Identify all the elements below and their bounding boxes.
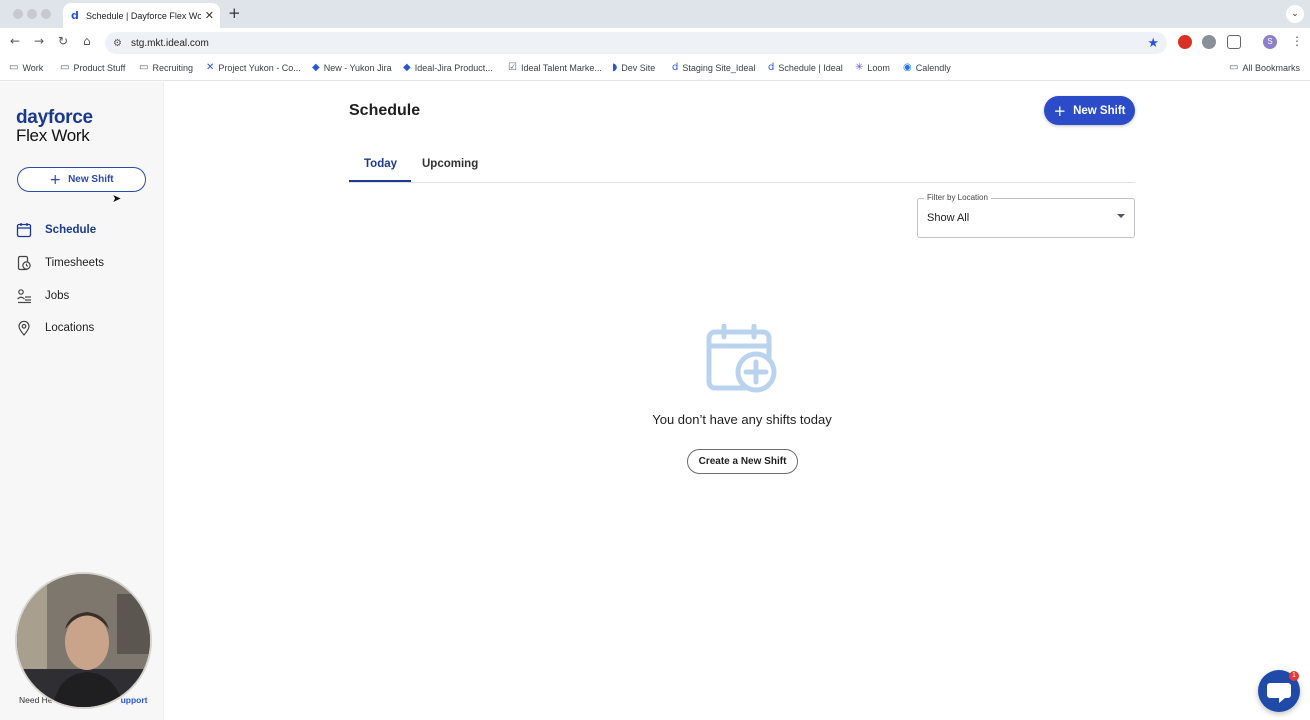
tab-close-icon[interactable]: ✕ xyxy=(205,9,214,22)
plus-icon: + xyxy=(49,171,62,188)
sidebar-new-shift-button[interactable]: + New Shift xyxy=(17,167,146,192)
sidebar-item-label: Locations xyxy=(45,322,95,334)
profile-avatar[interactable]: S xyxy=(1263,35,1277,49)
presenter-video-image xyxy=(17,574,150,707)
timesheet-icon xyxy=(17,255,31,271)
sidebar-item-label: Schedule xyxy=(45,224,97,236)
jira-icon: ◆ xyxy=(312,62,320,73)
new-shift-button[interactable]: + New Shift xyxy=(1044,96,1135,125)
loom-icon: ✳ xyxy=(855,62,864,73)
checkbox-icon: ☑ xyxy=(508,62,517,73)
window-close-control[interactable] xyxy=(13,9,23,19)
all-bookmarks[interactable]: ▭ All Bookmarks xyxy=(1229,62,1300,73)
sidebar-new-shift-label: New Shift xyxy=(68,174,114,185)
address-bar[interactable]: ⚙ stg.mkt.ideal.com ★ xyxy=(105,32,1167,54)
back-arrow-icon[interactable]: ← xyxy=(10,34,20,48)
filter-label: Filter by Location xyxy=(924,193,991,202)
sidebar-item-timesheets[interactable]: Timesheets xyxy=(16,253,104,273)
support-link[interactable]: upport xyxy=(121,695,148,705)
jira-icon: ✕ xyxy=(206,62,215,73)
chat-notification-badge: 1 xyxy=(1289,671,1299,681)
dayforce-icon: d xyxy=(672,62,679,73)
bookmark-item[interactable]: d Staging Site_Ideal xyxy=(672,62,755,73)
mouse-cursor-icon: ➤ xyxy=(112,192,122,205)
bookmark-item[interactable]: ◗ Dev Site xyxy=(612,62,655,73)
folder-icon: ▭ xyxy=(1229,62,1239,73)
create-new-shift-button[interactable]: Create a New Shift xyxy=(687,449,798,474)
bookmarks-bar: ▭ Work ▭ Product Stuff ▭ Recruiting ✕ Projec… xyxy=(0,57,1310,81)
bookmark-item[interactable]: ◉ Calendly xyxy=(903,62,951,73)
browser-tab-active[interactable]: d Schedule | Dayforce Flex Wor ✕ xyxy=(63,3,220,28)
webcam-overlay xyxy=(15,572,152,709)
calendar-icon xyxy=(16,223,32,238)
sidebar-item-label: Jobs xyxy=(45,290,70,302)
dev-icon: ◗ xyxy=(612,62,618,73)
browser-tab-strip: d Schedule | Dayforce Flex Wor ✕ + ⌄ xyxy=(0,0,1310,28)
bookmark-item[interactable]: d Schedule | Ideal xyxy=(768,62,843,73)
window-minimize-control[interactable] xyxy=(27,9,37,19)
bookmark-item[interactable]: ▭ Product Stuff xyxy=(60,62,125,73)
calendly-icon: ◉ xyxy=(903,62,912,73)
location-filter-select[interactable]: Filter by Location Show All xyxy=(917,193,1135,238)
dropdown-arrow-icon xyxy=(1117,214,1125,218)
browser-tab-title: Schedule | Dayforce Flex Wor xyxy=(86,10,201,21)
schedule-tabs: Today Upcoming xyxy=(349,152,1135,183)
reload-icon[interactable]: ↻ xyxy=(58,34,68,48)
site-info-icon[interactable]: ⚙ xyxy=(113,38,129,49)
logo-flex-work: Flex Work xyxy=(16,126,90,145)
new-shift-label: New Shift xyxy=(1073,104,1126,117)
bookmark-item[interactable]: ◆ New - Yukon Jira xyxy=(312,62,392,73)
bookmark-item[interactable]: ▭ Recruiting xyxy=(139,62,193,73)
bookmark-item[interactable]: ✕ Project Yukon - Co... xyxy=(206,62,301,73)
bookmark-item[interactable]: ☑ Ideal Talent Marke... xyxy=(508,62,602,73)
browser-toolbar: ← → ↻ ⌂ ⚙ stg.mkt.ideal.com ★ S ⋮ xyxy=(0,28,1310,57)
tab-today[interactable]: Today xyxy=(364,158,397,170)
calendar-add-icon xyxy=(706,324,777,393)
location-pin-icon xyxy=(18,320,30,336)
bookmark-item[interactable]: ✳ Loom xyxy=(855,62,890,73)
address-url: stg.mkt.ideal.com xyxy=(131,37,209,49)
sidebar-item-label: Timesheets xyxy=(45,257,105,269)
main-content: Schedule + New Shift Today Upcoming Filt… xyxy=(165,82,1310,720)
dayforce-icon: d xyxy=(768,62,775,73)
new-tab-icon[interactable]: + xyxy=(228,4,241,22)
bookmark-star-icon[interactable]: ★ xyxy=(1147,36,1159,51)
empty-state-message: You don’t have any shifts today xyxy=(652,412,832,427)
sidebar-item-schedule[interactable]: Schedule xyxy=(16,220,96,240)
home-icon[interactable]: ⌂ xyxy=(83,34,91,48)
tab-upcoming[interactable]: Upcoming xyxy=(422,158,478,170)
forward-arrow-icon[interactable]: → xyxy=(34,34,44,48)
folder-icon: ▭ xyxy=(60,62,70,73)
jobs-icon xyxy=(17,289,31,304)
jira-icon: ◆ xyxy=(403,62,411,73)
active-tab-indicator xyxy=(349,180,411,182)
filter-value: Show All xyxy=(927,212,970,224)
bookmark-item[interactable]: ▭ Work xyxy=(9,62,43,73)
page-title: Schedule xyxy=(349,102,421,119)
extensions-puzzle-icon[interactable] xyxy=(1227,35,1241,49)
folder-icon: ▭ xyxy=(139,62,149,73)
dayforce-favicon-icon: d xyxy=(71,9,79,22)
tab-search-chevron-icon[interactable]: ⌄ xyxy=(1286,5,1304,23)
browser-menu-icon[interactable]: ⋮ xyxy=(1291,34,1303,48)
window-zoom-control[interactable] xyxy=(41,9,51,19)
bookmark-item[interactable]: ◆ Ideal-Jira Product... xyxy=(403,62,493,73)
plus-icon: + xyxy=(1053,101,1067,120)
extension-gray-icon[interactable] xyxy=(1202,35,1216,49)
sidebar-item-locations[interactable]: Locations xyxy=(16,318,94,338)
extension-red-icon[interactable] xyxy=(1178,35,1192,49)
folder-icon: ▭ xyxy=(9,62,19,73)
sidebar-item-jobs[interactable]: Jobs xyxy=(16,286,69,306)
